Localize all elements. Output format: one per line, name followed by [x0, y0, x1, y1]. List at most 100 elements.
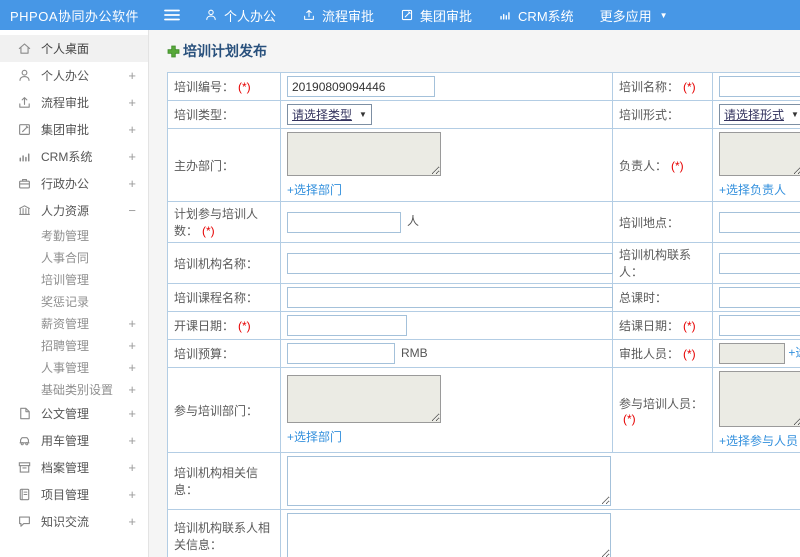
caret-down-icon: ▼ [659, 10, 668, 20]
menu-toggle-icon[interactable] [164, 8, 182, 22]
topbar: PHPOA协同办公软件 个人办公 流程审批 集团审批 CRM系统 更多应用 ▼ [0, 0, 800, 30]
select-leader-link[interactable]: +选择负责人 [719, 183, 786, 197]
row-participant-count-location: 计划参与培训人数： (*) 人 培训地点： [167, 201, 800, 243]
required-mark: (*) [683, 347, 696, 361]
start-date-input[interactable] [287, 315, 407, 336]
unit-label: 人 [407, 214, 420, 229]
expand-plus-icon[interactable]: + [128, 149, 136, 164]
training-form-select[interactable]: 请选择形式 ▼ [719, 104, 800, 125]
sidebar-item-human-resources[interactable]: 人力资源 − [0, 197, 148, 224]
sidebar-item-admin-office[interactable]: 行政办公 + [0, 170, 148, 197]
expand-plus-icon[interactable]: + [128, 316, 136, 331]
training-type-select[interactable]: 请选择类型 ▼ [287, 104, 372, 125]
expand-plus-icon[interactable]: + [128, 382, 136, 397]
sidebar-item-document-management[interactable]: 公文管理 + [0, 400, 148, 427]
sidebar-subitem-base-category[interactable]: 基础类别设置 + [0, 378, 148, 400]
sidebar-item-knowledge-exchange[interactable]: 知识交流 + [0, 508, 148, 535]
briefcase-icon [17, 176, 32, 191]
expand-plus-icon[interactable]: + [128, 487, 136, 502]
field-label: 计划参与培训人数： [174, 207, 259, 238]
field-label: 主办部门： [174, 158, 235, 173]
planned-participants-input[interactable] [287, 211, 401, 233]
sidebar-subitem-reward-punishment[interactable]: 奖惩记录 [0, 290, 148, 312]
select-participants-link[interactable]: +选择参与人员 [719, 434, 798, 448]
expand-plus-icon[interactable]: + [128, 176, 136, 191]
select-approver-link[interactable]: +选择审批人员 [788, 346, 800, 360]
sidebar-item-personal-office[interactable]: 个人办公 + [0, 62, 148, 89]
expand-plus-icon[interactable]: + [128, 360, 136, 375]
training-budget-input[interactable] [287, 343, 395, 364]
sidebar-subitem-hr-contract[interactable]: 人事合同 [0, 246, 148, 268]
bank-icon [17, 203, 32, 218]
flow-icon [17, 95, 32, 110]
sidebar-item-vehicle-management[interactable]: 用车管理 + [0, 427, 148, 454]
training-org-contact-input[interactable] [719, 252, 800, 274]
training-location-input[interactable] [719, 211, 800, 233]
sidebar-subitem-attendance[interactable]: 考勤管理 [0, 224, 148, 246]
sidebar-subitem-salary-management[interactable]: 薪资管理 + [0, 312, 148, 334]
required-mark: (*) [683, 319, 696, 333]
expand-plus-icon[interactable]: + [128, 460, 136, 475]
approver-input[interactable] [719, 343, 785, 364]
sidebar-item-personal-desktop[interactable]: 个人桌面 [0, 35, 148, 62]
sidebar-subitem-training-management[interactable]: 培训管理 [0, 268, 148, 290]
expand-plus-icon[interactable]: + [128, 406, 136, 421]
training-org-name-input[interactable] [287, 252, 613, 274]
expand-plus-icon[interactable]: + [128, 433, 136, 448]
document-icon [17, 406, 32, 421]
required-mark: (*) [623, 411, 636, 426]
required-mark: (*) [671, 158, 684, 173]
row-training-number-name: 培训编号：(*) 培训名称：(*) [167, 72, 800, 101]
sidebar-item-crm-system[interactable]: CRM系统 + [0, 143, 148, 170]
sidebar-item-archive-management[interactable]: 档案管理 + [0, 454, 148, 481]
sidebar-item-workflow-approval[interactable]: 流程审批 + [0, 89, 148, 116]
host-department-textarea[interactable] [287, 132, 441, 176]
nav-personal-office[interactable]: 个人办公 [204, 6, 276, 25]
participating-departments-textarea[interactable] [287, 375, 441, 423]
required-mark: (*) [683, 80, 696, 94]
sidebar-item-project-management[interactable]: 项目管理 + [0, 481, 148, 508]
field-label: 审批人员： [619, 347, 680, 361]
training-plan-form: 培训编号：(*) 培训名称：(*) 培训类型： 请选择类型 ▼ 培训形式： 请选… [167, 72, 800, 557]
training-number-input[interactable] [287, 76, 435, 97]
nav-group-approval[interactable]: 集团审批 [400, 6, 472, 25]
expand-plus-icon[interactable]: + [128, 68, 136, 83]
collapse-minus-icon[interactable]: − [128, 203, 136, 218]
select-department-link[interactable]: +选择部门 [287, 183, 342, 197]
expand-plus-icon[interactable]: + [128, 338, 136, 353]
expand-plus-icon[interactable]: + [128, 514, 136, 529]
field-label: 培训预算： [174, 347, 235, 361]
home-icon [17, 41, 32, 56]
add-green-icon [167, 45, 180, 58]
row-course-name-hours: 培训课程名称： 总课时： [167, 283, 800, 312]
notebook-icon [17, 487, 32, 502]
sidebar-subitem-personnel[interactable]: 人事管理 + [0, 356, 148, 378]
required-mark: (*) [238, 80, 251, 94]
participating-people-textarea[interactable] [719, 371, 800, 427]
field-label: 培训名称： [619, 80, 680, 94]
field-label: 培训地点： [619, 215, 680, 230]
sidebar-subitem-recruitment[interactable]: 招聘管理 + [0, 334, 148, 356]
total-hours-input[interactable] [719, 287, 800, 308]
sidebar-item-group-approval[interactable]: 集团审批 + [0, 116, 148, 143]
training-course-name-input[interactable] [287, 287, 613, 308]
main-content: 培训计划发布 培训编号：(*) 培训名称：(*) 培训类型： 请选择类型 ▼ 培… [150, 30, 800, 557]
nav-workflow-approval[interactable]: 流程审批 [302, 6, 374, 25]
training-org-info-textarea[interactable] [287, 456, 611, 506]
row-training-type-form: 培训类型： 请选择类型 ▼ 培训形式： 请选择形式 ▼ [167, 100, 800, 129]
expand-plus-icon[interactable]: + [128, 122, 136, 137]
chat-icon [17, 514, 32, 529]
nav-crm-system[interactable]: CRM系统 [498, 6, 574, 25]
training-name-input[interactable] [719, 76, 800, 97]
expand-plus-icon[interactable]: + [128, 95, 136, 110]
car-icon [17, 433, 32, 448]
field-label: 开课日期： [174, 319, 235, 333]
nav-more-apps[interactable]: 更多应用 ▼ [600, 6, 668, 25]
row-participating-dept-people: 参与培训部门： +选择部门 参与培训人员：(*) +选择参与人员 [167, 367, 800, 453]
select-department-link[interactable]: +选择部门 [287, 430, 342, 444]
training-org-contact-info-textarea[interactable] [287, 513, 611, 557]
leader-textarea[interactable] [719, 132, 800, 176]
end-date-input[interactable] [719, 315, 800, 336]
edit-icon [17, 122, 32, 137]
row-host-dept-leader: 主办部门： +选择部门 负责人： (*) +选择负责人 [167, 128, 800, 202]
